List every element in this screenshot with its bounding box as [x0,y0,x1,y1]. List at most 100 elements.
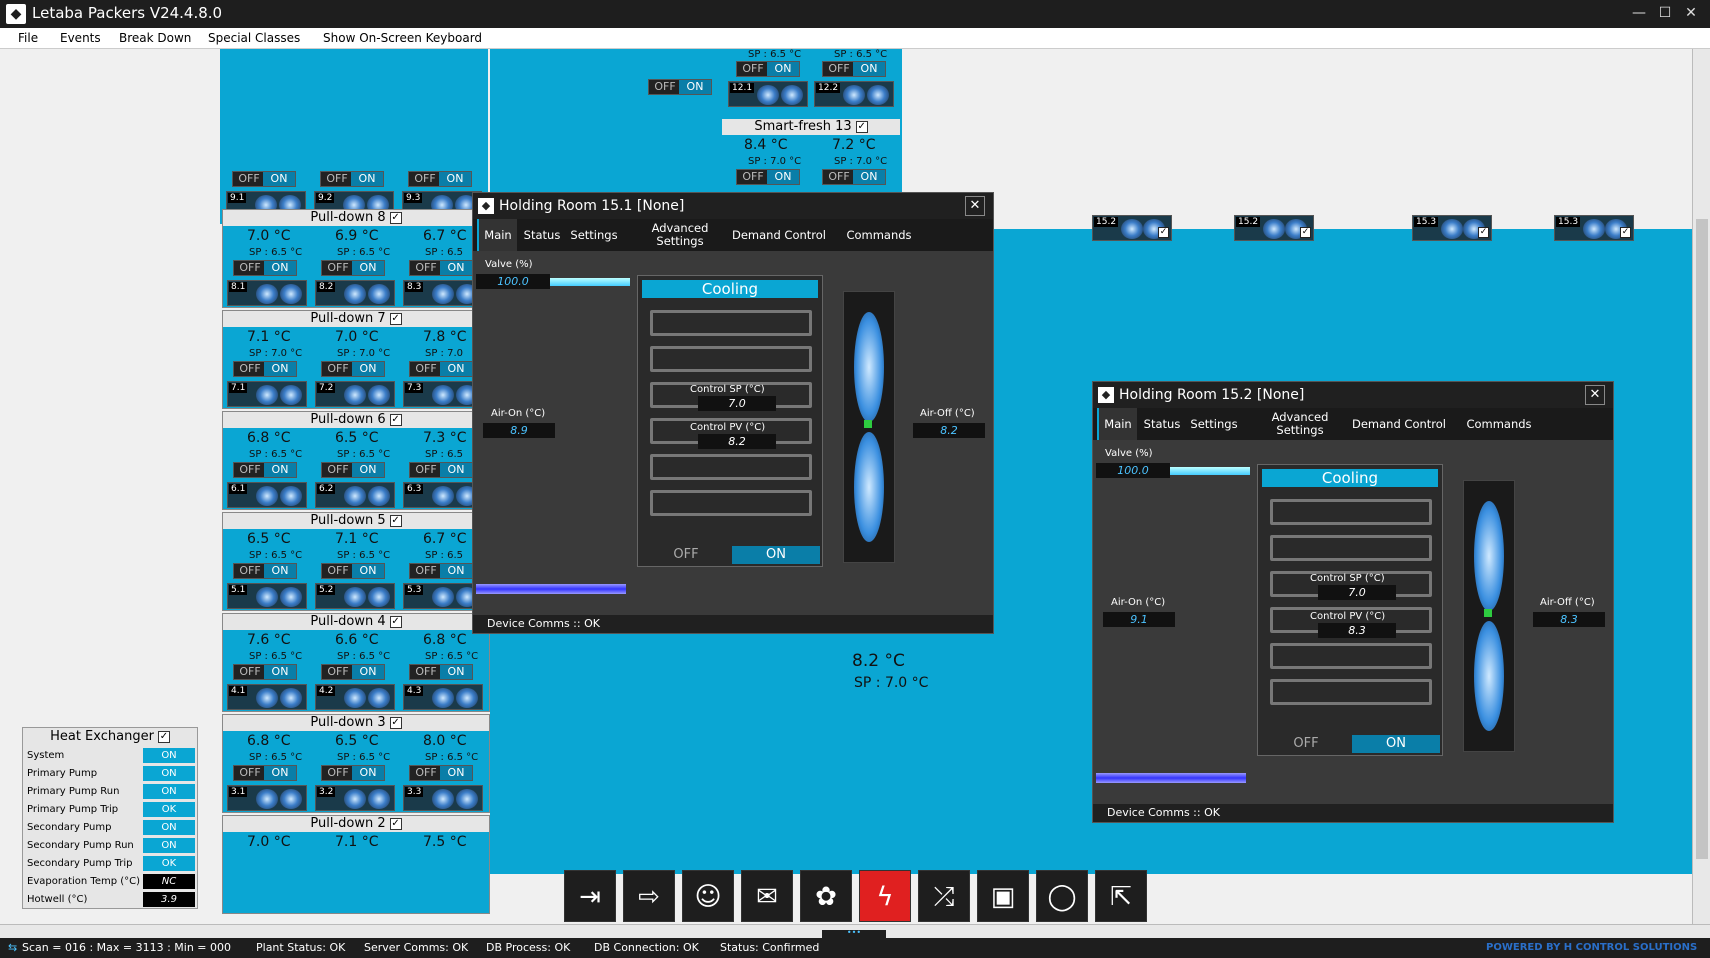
dialog-close-icon[interactable]: ✕ [1585,385,1605,405]
save-button[interactable]: ▣ [977,870,1029,922]
vertical-scrollbar-track[interactable] [1692,49,1710,924]
dialog-close-icon[interactable]: ✕ [965,196,985,216]
toggle-9-1[interactable]: OFF ON [232,171,296,187]
pulldown-toggle[interactable]: OFF ON [409,664,473,680]
tab-settings[interactable]: Settings [1187,408,1241,440]
pulldown-fan-unit[interactable]: 6.1 [227,482,307,508]
logout-button[interactable]: ⇨ [623,870,675,922]
refresh-button[interactable]: ◯ [1036,870,1088,922]
menu-special-classes[interactable]: Special Classes [208,31,300,45]
pulldown-toggle[interactable]: OFF ON [409,260,473,276]
toolbar-handle[interactable]: ••• [822,929,886,938]
pulldown-checkbox[interactable]: ✓ [389,817,402,830]
fan-unit-15-2a[interactable]: 15.2 ✓ [1092,215,1172,241]
fan-unit-12-2[interactable]: 12.2 [814,81,894,107]
pulldown-toggle[interactable]: OFF ON [233,765,297,781]
fan-unit-15-2b[interactable]: 15.2 ✓ [1234,215,1314,241]
fan-unit-15-3b[interactable]: 15.3 ✓ [1554,215,1634,241]
pulldown-fan-unit[interactable]: 8.1 [227,280,307,306]
login-button[interactable]: ⇥ [564,870,616,922]
tab-status[interactable]: Status [1141,408,1183,440]
pulldown-fan-unit[interactable]: 7.1 [227,381,307,407]
tab-main[interactable]: Main [1097,408,1137,440]
pulldown-checkbox[interactable]: ✓ [389,615,402,628]
pulldown-toggle[interactable]: OFF ON [321,462,385,478]
fan-unit-label: 5.3 [405,585,424,595]
close-icon[interactable]: ✕ [1678,2,1704,24]
pulldown-fan-unit[interactable]: 4.1 [227,684,307,710]
pulldown-toggle[interactable]: OFF ON [233,462,297,478]
coil-off-button[interactable]: OFF [642,546,730,564]
pulldown-checkbox[interactable]: ✓ [389,716,402,729]
pulldown-fan-unit[interactable]: 8.3 [403,280,483,306]
menu-file[interactable]: File [18,31,38,45]
pulldown-checkbox[interactable]: ✓ [389,413,402,426]
pulldown-toggle[interactable]: OFF ON [321,361,385,377]
pulldown-toggle[interactable]: OFF ON [321,260,385,276]
pulldown-toggle[interactable]: OFF ON [321,664,385,680]
logout-icon: ⇨ [638,882,660,912]
pulldown-fan-unit[interactable]: 7.3 [403,381,483,407]
pulldown-checkbox[interactable]: ✓ [389,312,402,325]
menu-onscreen-keyboard[interactable]: Show On-Screen Keyboard [323,31,482,45]
tab-status[interactable]: Status [521,219,563,251]
pulldown-fan-unit[interactable]: 5.1 [227,583,307,609]
menu-events[interactable]: Events [60,31,101,45]
pulldown-fan-unit[interactable]: 6.2 [315,482,395,508]
tab-demand-control[interactable]: Demand Control [731,219,827,251]
pulldown-fan-unit[interactable]: 8.2 [315,280,395,306]
pulldown-toggle[interactable]: OFF ON [409,462,473,478]
pulldown-toggle[interactable]: OFF ON [233,563,297,579]
pulldown-fan-unit[interactable]: 5.3 [403,583,483,609]
pulldown-toggle[interactable]: OFF ON [409,361,473,377]
pulldown-fan-unit[interactable]: 4.3 [403,684,483,710]
mail-button[interactable]: ✉ [741,870,793,922]
pulldown-toggle[interactable]: OFF ON [321,563,385,579]
external-link-button[interactable]: ⇱ [1095,870,1147,922]
coil-on-button[interactable]: ON [1352,735,1440,753]
pulldown-toggle[interactable]: OFF ON [321,765,385,781]
pulldown-toggle[interactable]: OFF ON [233,361,297,377]
shuffle-button[interactable]: ⤮ [918,870,970,922]
tab-main[interactable]: Main [477,219,517,251]
pulldown-fan-unit[interactable]: 7.2 [315,381,395,407]
minimize-icon[interactable]: — [1626,2,1652,24]
fan-unit-12-1[interactable]: 12.1 [728,81,808,107]
pulldown-fan-unit[interactable]: 3.2 [315,785,395,811]
tab-advanced-settings[interactable]: Advanced Settings [1255,408,1345,440]
toggle-9-3[interactable]: OFF ON [408,171,472,187]
heat-exchanger-checkbox[interactable]: ✓ [157,730,170,743]
fan-unit-15-3a[interactable]: 15.3 ✓ [1412,215,1492,241]
user-settings-button[interactable]: ☺ [682,870,734,922]
toggle-12-1[interactable]: OFF ON [736,61,800,77]
tab-commands[interactable]: Commands [1451,408,1547,440]
tab-demand-control[interactable]: Demand Control [1351,408,1447,440]
menu-break-down[interactable]: Break Down [119,31,191,45]
pulldown-toggle[interactable]: OFF ON [233,664,297,680]
alarm-bolt-button[interactable]: ϟ [859,870,911,922]
toggle-12-2[interactable]: OFF ON [822,61,886,77]
tab-settings[interactable]: Settings [567,219,621,251]
pulldown-fan-unit[interactable]: 5.2 [315,583,395,609]
coil-on-button[interactable]: ON [732,546,820,564]
pulldown-toggle[interactable]: OFF ON [409,563,473,579]
toggle-13-1[interactable]: OFF ON [736,169,800,185]
coil-off-button[interactable]: OFF [1262,735,1350,753]
toggle-center-top[interactable]: OFF ON [648,79,712,95]
toggle-9-2[interactable]: OFF ON [320,171,384,187]
tab-commands[interactable]: Commands [831,219,927,251]
pulldown-toggle[interactable]: OFF ON [233,260,297,276]
pulldown-fan-unit[interactable]: 3.1 [227,785,307,811]
maximize-icon[interactable]: ☐ [1652,2,1678,24]
pulldown-fan-unit[interactable]: 3.3 [403,785,483,811]
smartfresh-checkbox[interactable]: ✓ [855,120,868,133]
pulldown-fan-unit[interactable]: 6.3 [403,482,483,508]
pulldown-fan-unit[interactable]: 4.2 [315,684,395,710]
toggle-13-2[interactable]: OFF ON [822,169,886,185]
plant-button[interactable]: ✿ [800,870,852,922]
pulldown-toggle[interactable]: OFF ON [409,765,473,781]
pulldown-checkbox[interactable]: ✓ [389,514,402,527]
pulldown-checkbox[interactable]: ✓ [389,211,402,224]
vertical-scrollbar-thumb[interactable] [1696,219,1708,859]
tab-advanced-settings[interactable]: Advanced Settings [635,219,725,251]
